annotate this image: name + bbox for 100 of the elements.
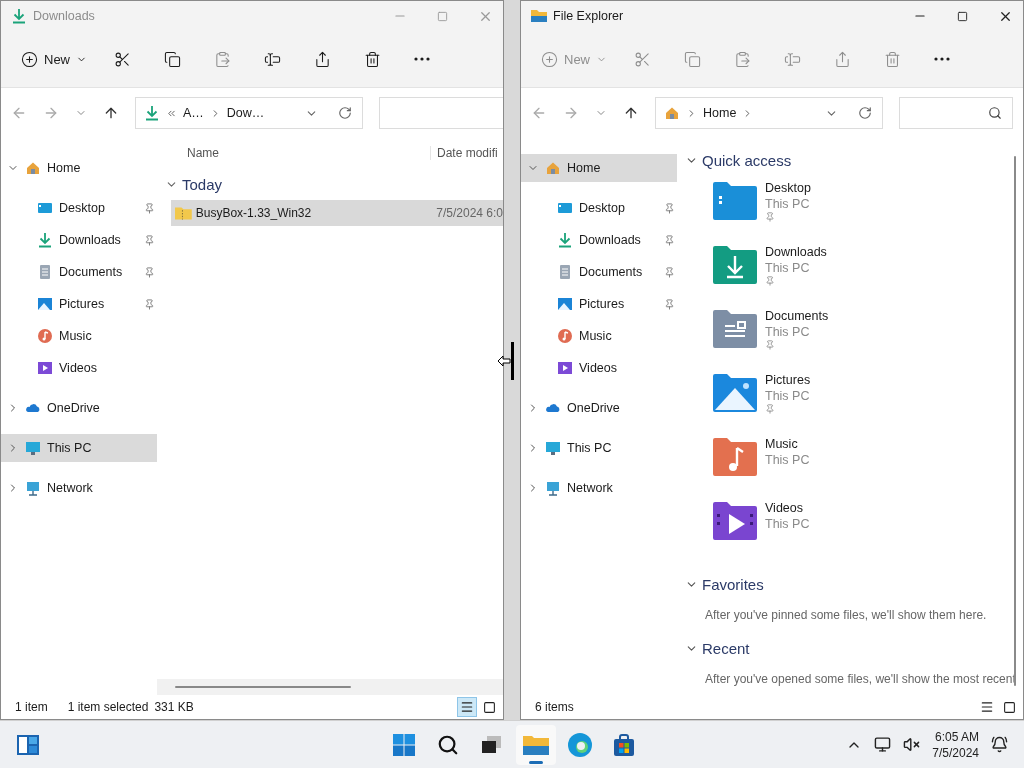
status-text: 1 item selected <box>67 700 149 714</box>
clock[interactable]: 6:05 AM 7/5/2024 <box>932 728 979 761</box>
task-view-icon[interactable] <box>481 734 503 755</box>
nav-item[interactable]: Videos <box>521 354 677 382</box>
nav-item[interactable]: Home <box>521 154 677 182</box>
browser-icon[interactable] <box>567 731 593 758</box>
breadcrumb[interactable]: A… <box>183 106 204 120</box>
videos-folder-icon[interactable] <box>713 500 757 540</box>
folder-location: This PC <box>765 196 811 212</box>
section-heading: Quick access <box>702 151 792 169</box>
file-row[interactable]: BusyBox-1.33_Win32 7/5/2024 6:0 <box>171 200 503 226</box>
active-indicator <box>529 760 543 764</box>
nav-item[interactable]: Home <box>1 154 157 182</box>
forward-icon[interactable] <box>43 105 59 121</box>
search-field[interactable] <box>899 97 1013 129</box>
window-title: Downloads <box>33 9 95 23</box>
nav-item[interactable]: OneDrive <box>1 394 157 422</box>
music-folder-icon[interactable] <box>713 436 757 476</box>
taskbar-button[interactable] <box>516 724 556 765</box>
column-header[interactable]: Name <box>187 146 430 160</box>
network-icon <box>545 480 561 496</box>
forward-icon[interactable] <box>563 105 579 121</box>
download-arrow-icon <box>557 232 573 248</box>
section-heading: Recent <box>702 639 750 657</box>
nav-item[interactable]: Network <box>1 474 157 502</box>
folder-location: This PC <box>765 388 811 404</box>
nav-item[interactable]: Desktop <box>521 194 677 222</box>
nav-item[interactable]: Pictures <box>1 290 157 318</box>
empty-message: After you've pinned some files, we'll show them here. <box>704 607 988 624</box>
column-header[interactable]: Date modifi <box>430 146 498 160</box>
folder-location: This PC <box>765 324 811 340</box>
desktop-folder-icon[interactable] <box>713 180 757 220</box>
nav-item[interactable]: Documents <box>521 258 677 286</box>
up-icon[interactable] <box>103 105 119 121</box>
scrollbar-thumb[interactable] <box>1014 156 1016 686</box>
up-icon[interactable] <box>623 105 639 121</box>
search-icon[interactable] <box>437 733 459 756</box>
list-icon <box>980 700 994 714</box>
details-view-button[interactable] <box>457 697 477 717</box>
nav-item[interactable]: OneDrive <box>521 394 677 422</box>
breadcrumb[interactable]: Dow… <box>226 106 265 120</box>
status-text: 6 items <box>535 700 574 714</box>
windows-start-icon[interactable] <box>392 732 416 757</box>
search-icon <box>988 106 1002 120</box>
music-note-icon <box>557 328 573 344</box>
nav-item[interactable]: Desktop <box>1 194 157 222</box>
desktop-icon <box>37 200 53 216</box>
maximize-icon[interactable] <box>957 10 968 22</box>
address-bar[interactable]: Home <box>655 97 883 129</box>
nav-item[interactable]: This PC <box>521 434 677 462</box>
network-icon <box>25 480 41 496</box>
nav-item[interactable]: Documents <box>1 258 157 286</box>
status-text: 331 KB <box>154 700 194 714</box>
muted-speaker-icon[interactable] <box>903 736 921 753</box>
folder-name[interactable]: Pictures <box>765 372 811 388</box>
downloads-folder-icon[interactable] <box>713 244 757 284</box>
notification-bell-icon[interactable] <box>991 736 1008 753</box>
store-bag-icon[interactable] <box>612 732 636 757</box>
nav-item[interactable]: This PC <box>1 434 157 462</box>
nav-item[interactable]: Videos <box>1 354 157 382</box>
folder-name[interactable]: Desktop <box>765 180 811 196</box>
folder-name[interactable]: Music <box>765 436 810 452</box>
scrollbar-thumb[interactable] <box>175 686 351 688</box>
nav-item[interactable]: Music <box>1 322 157 350</box>
group-heading: Today <box>182 175 223 193</box>
widgets-icon[interactable] <box>16 733 40 756</box>
folder-location: This PC <box>765 516 810 532</box>
house-icon <box>664 105 680 121</box>
search-field[interactable] <box>379 97 503 129</box>
back-icon[interactable] <box>531 105 547 121</box>
video-icon <box>557 360 573 376</box>
document-icon <box>557 264 573 280</box>
folder-icon <box>531 8 547 24</box>
network-icon[interactable] <box>874 736 892 753</box>
nav-item[interactable]: Music <box>521 322 677 350</box>
nav-item[interactable]: Downloads <box>1 226 157 254</box>
picture-icon <box>37 296 53 312</box>
list-icon <box>460 700 474 714</box>
refresh-icon[interactable] <box>858 106 872 120</box>
breadcrumb[interactable]: Home <box>703 106 737 120</box>
refresh-icon[interactable] <box>338 106 352 120</box>
download-arrow-icon <box>37 232 53 248</box>
desktop-icon <box>557 200 573 216</box>
new-button[interactable]: New <box>13 41 95 77</box>
back-icon[interactable] <box>11 105 27 121</box>
square-icon <box>1002 700 1016 714</box>
house-icon <box>25 160 41 176</box>
monitor-icon <box>545 440 561 456</box>
folder-name[interactable]: Videos <box>765 500 810 516</box>
pictures-folder-icon[interactable] <box>713 372 757 412</box>
folder-name[interactable]: Downloads <box>765 244 827 260</box>
folder-name[interactable]: Documents <box>765 308 829 324</box>
video-icon <box>37 360 53 376</box>
folder-location: This PC <box>765 452 810 468</box>
address-bar[interactable]: A… Dow… <box>135 97 363 129</box>
nav-item[interactable]: Network <box>521 474 677 502</box>
house-icon <box>545 160 561 176</box>
documents-folder-icon[interactable] <box>713 308 757 348</box>
nav-item[interactable]: Downloads <box>521 226 677 254</box>
nav-item[interactable]: Pictures <box>521 290 677 318</box>
